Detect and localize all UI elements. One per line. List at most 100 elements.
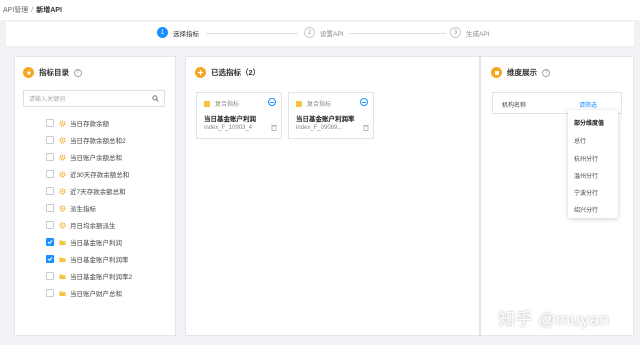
checkbox[interactable] xyxy=(46,153,54,161)
dimension-title-text: 维度展示 xyxy=(507,68,537,77)
dimension-title: 维度展示 ? xyxy=(491,67,550,78)
checkbox[interactable] xyxy=(46,204,54,212)
checkbox[interactable] xyxy=(46,221,54,229)
tree-item-label: 当日基金账户利润率 xyxy=(70,257,129,264)
tree-item-label: 当日基金账户利润 xyxy=(70,240,122,247)
breadcrumb-current: 新增API xyxy=(36,7,62,14)
breadcrumb-api-management[interactable]: API管理 xyxy=(3,5,28,15)
step-connector xyxy=(206,33,298,34)
gear-icon xyxy=(59,153,66,161)
step-number: 1 xyxy=(157,27,168,38)
card-code: index_F_09089... xyxy=(296,125,343,131)
tree-item-label: 近7天存款余额总和 xyxy=(70,189,126,196)
tree-item-label: 月日均余额派生 xyxy=(70,223,116,230)
catalog-title: 指标目录 ? xyxy=(23,67,82,78)
selected-title-text: 已选指标（2） xyxy=(211,68,261,77)
card-tag: 复合指标 xyxy=(296,99,331,108)
card-name: 当日基金账户利润 xyxy=(204,116,256,123)
trash-icon[interactable] xyxy=(271,124,277,131)
card-name: 当日基金账户利润率 xyxy=(296,116,355,123)
tree-item[interactable]: 派生指标 xyxy=(46,203,96,213)
tree-item[interactable]: 当日基金账户利润 xyxy=(46,237,122,247)
dimension-label: 机构名称 xyxy=(502,103,527,109)
trash-icon[interactable] xyxy=(363,124,369,131)
dropdown-option[interactable]: 绍兴分行 xyxy=(574,205,598,214)
remove-icon[interactable] xyxy=(360,98,368,106)
card-tag-label: 复合指标 xyxy=(307,102,332,108)
dimension-dropdown: 部分维度值 总行 杭州分行 温州分行 宁波分行 绍兴分行 xyxy=(568,110,618,218)
dropdown-option[interactable]: 温州分行 xyxy=(574,171,598,180)
tree-item-label: 当日存款余额 xyxy=(70,121,109,128)
step-number: 3 xyxy=(450,27,461,38)
steps-bar: 1 选择指标 2 设置API 3 生成API xyxy=(6,22,634,46)
watermark: 知乎 @muyan xyxy=(498,310,610,329)
gear-icon xyxy=(59,136,66,144)
remove-icon[interactable] xyxy=(268,98,276,106)
dropdown-option[interactable]: 总行 xyxy=(574,136,586,145)
tree-item[interactable]: 当日账户余额总和 xyxy=(46,152,122,162)
step-set-api: 2 设置API xyxy=(304,27,343,38)
catalog-icon xyxy=(23,67,34,78)
tree-item[interactable]: 当日账户财产总和 xyxy=(46,288,122,298)
composite-icon xyxy=(204,100,210,107)
tree-item-label: 近30天存款余额总和 xyxy=(70,172,130,179)
breadcrumb-separator: / xyxy=(31,6,34,14)
checkbox-checked[interactable] xyxy=(46,255,54,263)
search-icon[interactable] xyxy=(152,95,159,102)
checkbox-checked[interactable] xyxy=(46,238,54,246)
gear-icon xyxy=(59,119,66,127)
help-icon[interactable]: ? xyxy=(74,68,82,77)
step-generate-api: 3 生成API xyxy=(450,27,489,38)
step-label: 生成API xyxy=(466,30,490,38)
card-code: index_F_10903_4 xyxy=(204,125,253,131)
checkbox[interactable] xyxy=(46,136,54,144)
folder-icon xyxy=(59,290,66,297)
dropdown-option[interactable]: 杭州分行 xyxy=(574,154,598,163)
tree-item-label: 当日账户财产总和 xyxy=(70,291,122,298)
tree-item-label: 当日存款余额总和2 xyxy=(70,138,126,145)
tree-item[interactable]: 当日存款余额总和2 xyxy=(46,135,126,145)
indicator-card[interactable]: 复合指标 当日基金账户利润 index_F_10903_4 xyxy=(196,92,282,139)
search-placeholder: 请输入关键词 xyxy=(29,97,66,103)
tree-item-label: 派生指标 xyxy=(70,206,96,213)
tree-item[interactable]: 月日均余额派生 xyxy=(46,220,116,230)
card-tag: 复合指标 xyxy=(204,99,239,108)
composite-icon xyxy=(296,100,302,107)
plus-circle-icon xyxy=(195,67,206,78)
gear-icon xyxy=(59,170,66,178)
catalog-title-text: 指标目录 xyxy=(39,68,69,77)
checkbox[interactable] xyxy=(46,170,54,178)
tree-item[interactable]: 当日基金账户利润率 xyxy=(46,254,129,264)
indicator-card[interactable]: 复合指标 当日基金账户利润率 index_F_09089... xyxy=(288,92,374,139)
search-input[interactable]: 请输入关键词 xyxy=(23,90,165,107)
checkbox[interactable] xyxy=(46,119,54,127)
tree-item[interactable]: 近7天存款余额总和 xyxy=(46,186,126,196)
checkbox[interactable] xyxy=(46,187,54,195)
tree-item[interactable]: 近30天存款余额总和 xyxy=(46,169,129,179)
step-label: 选择指标 xyxy=(173,30,199,38)
gear-icon xyxy=(59,204,66,212)
step-connector xyxy=(349,33,446,34)
checkbox[interactable] xyxy=(46,272,54,280)
dropdown-header: 部分维度值 xyxy=(574,121,605,127)
step-label: 设置API xyxy=(320,30,344,38)
tree-item-label: 当日基金账户利润率2 xyxy=(70,274,133,281)
step-select-indicators: 1 选择指标 xyxy=(157,27,199,38)
folder-icon xyxy=(59,239,66,246)
gear-icon xyxy=(59,221,66,229)
help-icon[interactable]: ? xyxy=(542,68,550,77)
gear-icon xyxy=(59,187,66,195)
tree-item-label: 当日账户余额总和 xyxy=(70,155,122,162)
checkbox[interactable] xyxy=(46,289,54,297)
card-tag-label: 复合指标 xyxy=(215,102,240,108)
tree-item[interactable]: 当日基金账户利润率2 xyxy=(46,271,132,281)
folder-icon xyxy=(59,256,66,263)
step-number: 2 xyxy=(304,27,315,38)
folder-icon xyxy=(59,273,66,280)
filter-link[interactable]: 请筛选 xyxy=(579,100,597,109)
breadcrumb: API管理 / 新增API xyxy=(0,0,640,20)
dropdown-option[interactable]: 宁波分行 xyxy=(574,188,598,197)
selected-title: 已选指标（2） xyxy=(195,67,260,78)
dimension-icon xyxy=(491,67,502,78)
tree-item[interactable]: 当日存款余额 xyxy=(46,118,109,128)
